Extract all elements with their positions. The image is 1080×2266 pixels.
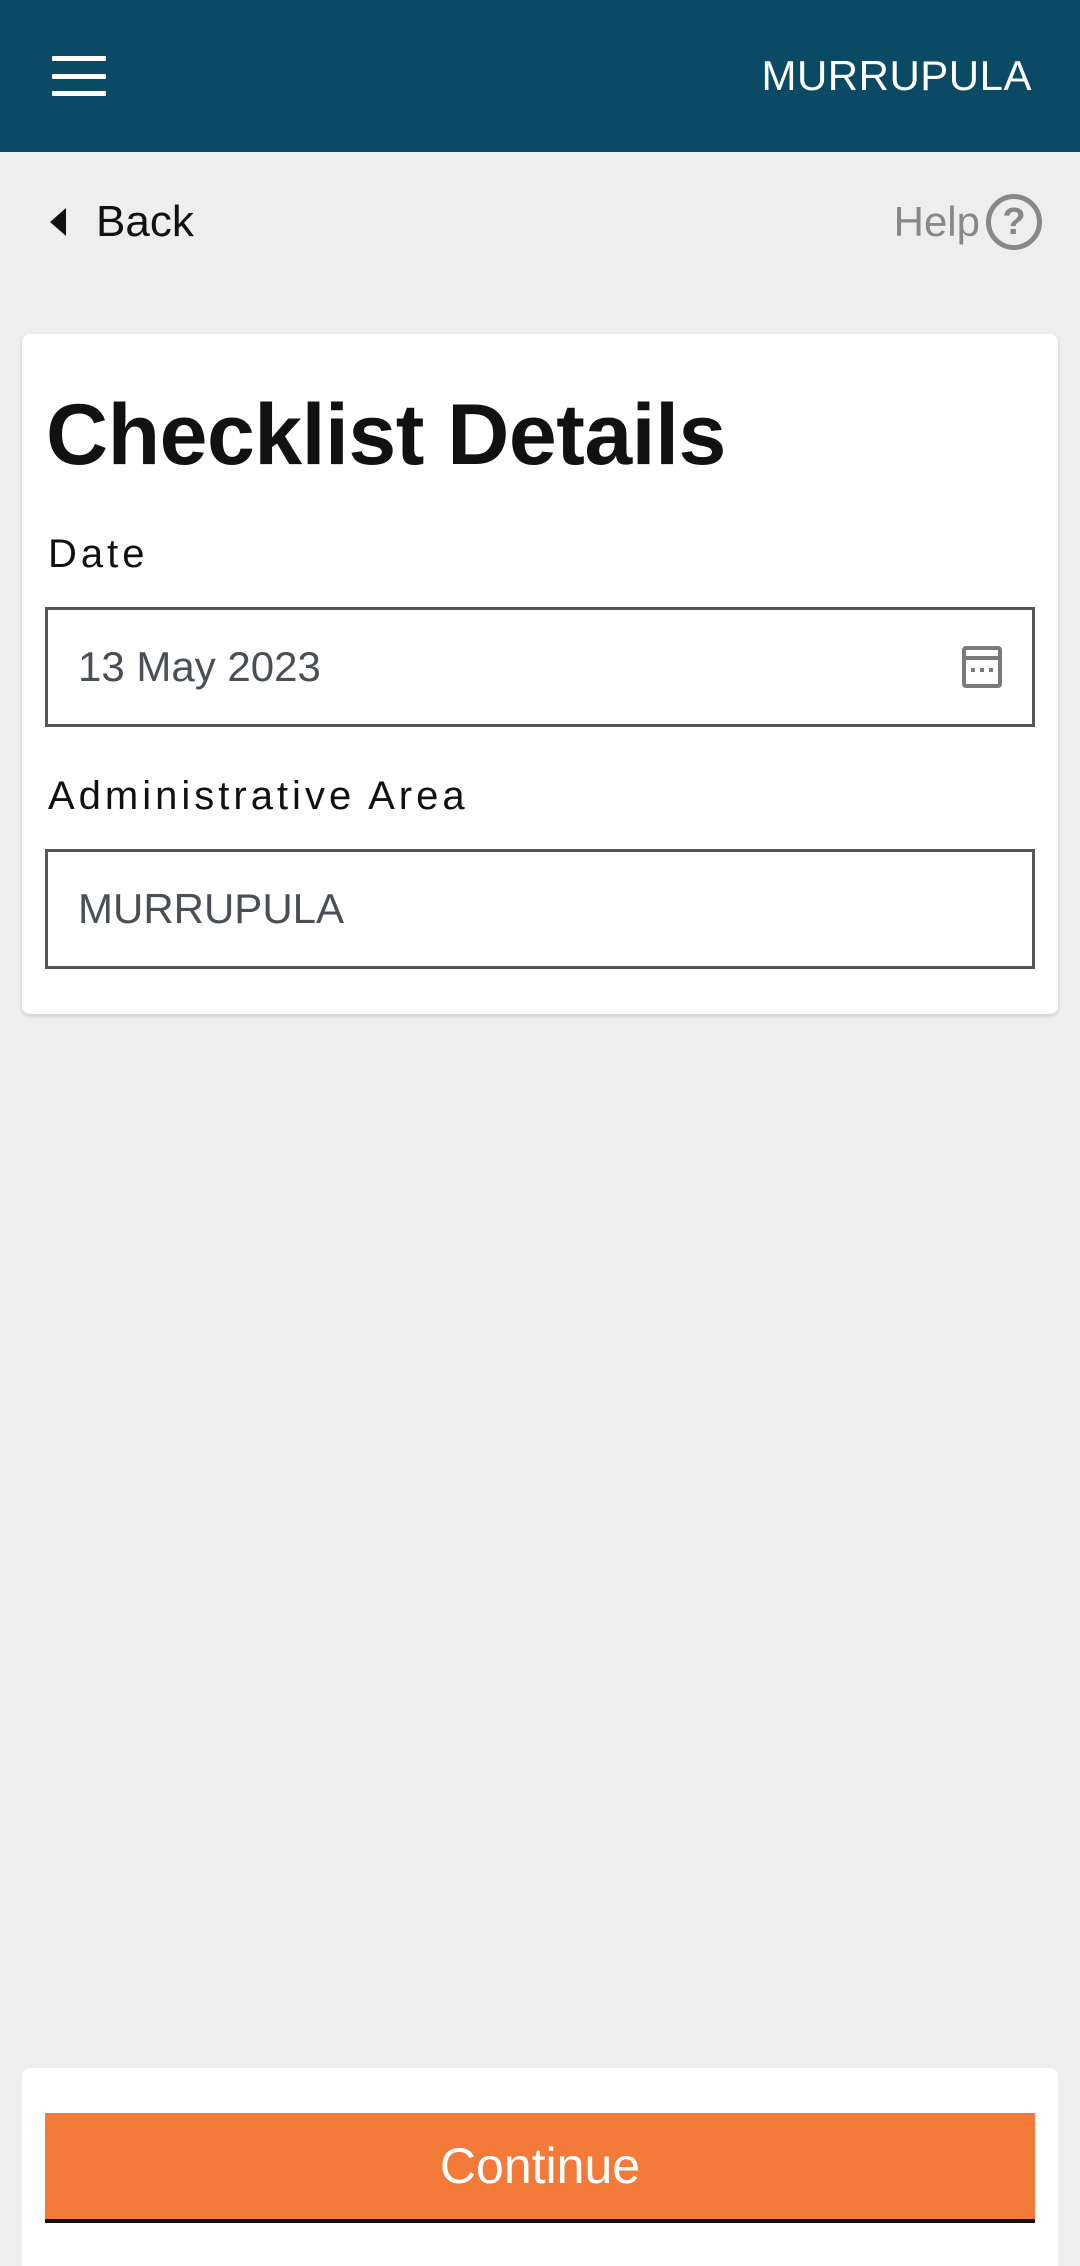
- administrative-area-field[interactable]: MURRUPULA: [45, 849, 1035, 969]
- help-label: Help: [893, 198, 980, 245]
- administrative-area-value: MURRUPULA: [78, 885, 345, 932]
- footer-panel: Continue: [22, 2068, 1058, 2266]
- navigation-row: Back Help ?: [0, 152, 1080, 292]
- checklist-details-card: Checklist Details Date 13 May 2023 Admin…: [22, 334, 1058, 1014]
- back-label: Back: [96, 197, 194, 246]
- continue-button[interactable]: Continue: [45, 2113, 1035, 2223]
- menu-line: [52, 91, 106, 96]
- help-button[interactable]: Help ?: [894, 194, 1042, 250]
- back-button[interactable]: Back: [50, 197, 194, 247]
- back-arrow-icon: [50, 208, 66, 236]
- administrative-area-label: Administrative Area: [48, 774, 469, 818]
- app-bar-title: MURRUPULA: [761, 52, 1032, 99]
- page-title: Checklist Details: [46, 387, 726, 483]
- date-label: Date: [48, 532, 149, 576]
- calendar-icon[interactable]: [962, 646, 1002, 688]
- date-field[interactable]: 13 May 2023: [45, 607, 1035, 727]
- help-circle-icon: ?: [986, 194, 1042, 250]
- app-bar: MURRUPULA: [0, 0, 1080, 152]
- hamburger-menu-icon[interactable]: [52, 56, 106, 96]
- date-value: 13 May 2023: [78, 643, 321, 690]
- menu-line: [52, 56, 106, 61]
- menu-line: [52, 73, 106, 79]
